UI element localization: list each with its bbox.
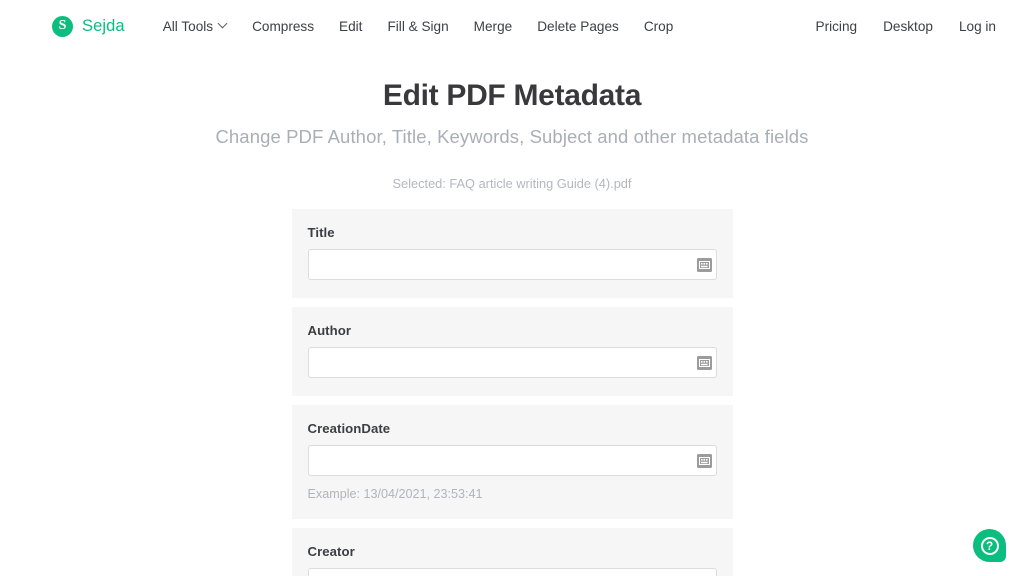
nav-item-all-tools-label: All Tools <box>162 18 214 34</box>
selected-file-label: Selected: FAQ article writing Guide (4).… <box>392 176 632 191</box>
field-card-creationdate: CreationDate Example: 13/04/2021, 23:53:… <box>291 405 733 519</box>
chevron-down-icon <box>219 20 227 28</box>
page-title: Edit PDF Metadata <box>382 79 642 112</box>
nav-item-merge[interactable]: Merge <box>474 19 513 34</box>
field-label-creator: Creator <box>307 544 355 559</box>
nav-item-edit[interactable]: Edit <box>339 19 362 34</box>
field-card-author: Author <box>291 307 733 396</box>
nav-item-pricing[interactable]: Pricing <box>816 19 858 34</box>
author-input[interactable] <box>307 347 717 378</box>
help-button[interactable]: ? <box>973 529 1006 562</box>
nav-item-delete-pages[interactable]: Delete Pages <box>537 19 619 34</box>
metadata-form: Title Author CreationDate Example: 13/04… <box>291 209 733 576</box>
field-label-title: Title <box>307 225 335 240</box>
input-wrapper-title <box>307 249 717 280</box>
input-wrapper-creationdate <box>307 445 717 476</box>
top-navigation-bar: S Sejda All Tools Compress Edit Fill & S… <box>0 0 1024 52</box>
field-label-author: Author <box>307 323 352 338</box>
field-card-creator: Creator <box>291 528 733 576</box>
page-header: Edit PDF Metadata Change PDF Author, Tit… <box>0 52 1024 191</box>
ime-keyboard-icon[interactable] <box>696 355 712 370</box>
sejda-logo-link[interactable]: S Sejda <box>52 15 125 37</box>
creationdate-example-hint: Example: 13/04/2021, 23:53:41 <box>307 487 483 501</box>
input-wrapper-author <box>307 347 717 378</box>
creationdate-input[interactable] <box>307 445 717 476</box>
primary-nav-links: All Tools Compress Edit Fill & Sign Merg… <box>163 19 674 34</box>
help-button-label: ? <box>985 538 994 553</box>
field-label-creationdate: CreationDate <box>307 421 391 436</box>
nav-item-desktop[interactable]: Desktop <box>883 19 933 34</box>
question-mark-help-icon: ? <box>980 536 999 555</box>
nav-item-all-tools[interactable]: All Tools <box>163 19 227 34</box>
ime-keyboard-icon[interactable] <box>696 257 712 272</box>
page-subtitle: Change PDF Author, Title, Keywords, Subj… <box>215 126 809 147</box>
nav-item-compress[interactable]: Compress <box>252 19 314 34</box>
sejda-logo-icon: S <box>52 15 73 37</box>
nav-item-crop[interactable]: Crop <box>644 19 673 34</box>
ime-keyboard-icon[interactable] <box>696 453 712 468</box>
creator-input[interactable] <box>307 568 717 576</box>
input-wrapper-creator <box>307 568 717 576</box>
sejda-brand-name: Sejda <box>82 16 125 35</box>
nav-item-fill-and-sign[interactable]: Fill & Sign <box>387 19 448 34</box>
secondary-nav-links: Pricing Desktop Log in <box>816 19 996 34</box>
title-input[interactable] <box>307 249 717 280</box>
field-card-title: Title <box>291 209 733 298</box>
nav-item-log-in[interactable]: Log in <box>959 19 996 34</box>
